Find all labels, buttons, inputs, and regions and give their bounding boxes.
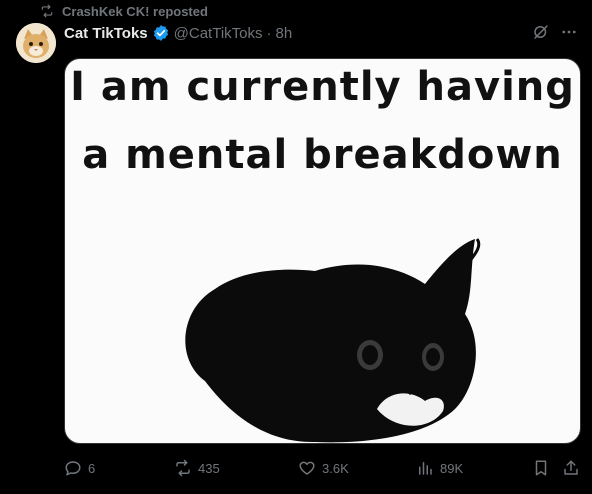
post-header: Cat TikToks @CatTikToks · 8h [64, 22, 292, 44]
author-handle[interactable]: @CatTikToks [174, 25, 263, 42]
repost-label: CrashKek CK! reposted [62, 3, 208, 19]
share-button[interactable] [562, 458, 580, 478]
post-timestamp[interactable]: 8h [276, 25, 293, 42]
repost-context[interactable]: CrashKek CK! reposted [40, 2, 208, 20]
bookmark-button[interactable] [532, 458, 550, 478]
post-action-bar: 6 435 3.6K 89K [64, 458, 584, 478]
verified-badge-icon [152, 24, 170, 42]
like-button[interactable]: 3.6K [298, 458, 349, 478]
share-icon [562, 459, 580, 477]
author-name[interactable]: Cat TikToks [64, 25, 148, 42]
like-count: 3.6K [322, 460, 349, 476]
view-count: 89K [440, 460, 464, 476]
heart-icon [298, 459, 316, 477]
repost-button[interactable]: 435 [174, 458, 220, 478]
reply-count: 6 [88, 460, 96, 476]
black-cat-image [185, 238, 481, 443]
meme-caption-line-2: a mental breakdown [82, 132, 563, 178]
repost-icon [40, 4, 54, 18]
header-separator: · [266, 24, 272, 42]
avatar[interactable] [16, 23, 56, 63]
meme-caption-line-1: I am currently having [70, 64, 575, 110]
grok-icon[interactable] [532, 23, 550, 41]
more-options-icon[interactable] [560, 23, 578, 41]
post-top-actions [532, 23, 578, 41]
views-button[interactable]: 89K [416, 458, 463, 478]
bookmark-icon [532, 459, 550, 477]
post-media-image[interactable]: I am currently having a mental breakdown [64, 58, 581, 444]
repost-count: 435 [198, 460, 220, 476]
repost-action-icon [174, 459, 192, 477]
analytics-icon [416, 459, 434, 477]
reply-icon [64, 459, 82, 477]
reply-button[interactable]: 6 [64, 458, 95, 478]
